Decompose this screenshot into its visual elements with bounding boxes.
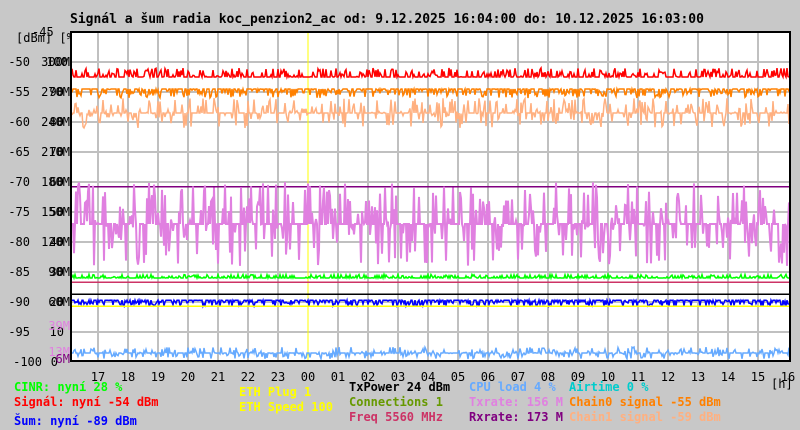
x-tick-label: 00 [301, 370, 315, 384]
x-tick-label: 21 [211, 370, 225, 384]
legend-noise: Šum: nyní -89 dBm [14, 414, 137, 428]
x-tick-label: 20 [181, 370, 195, 384]
x-tick-label: 22 [241, 370, 255, 384]
legend-eth-plug: ETH Plug 1 [239, 385, 312, 399]
y-tick-dbm: -70 [8, 175, 30, 189]
legend-eth-speed: ETH Speed 100 [239, 400, 333, 414]
y-tick-rate: 120M [41, 235, 70, 249]
x-tick-label: 05 [451, 370, 465, 384]
legend-airtime: Airtime 0 % [569, 380, 649, 394]
legend-txpower: TxPower 24 dBm [349, 380, 451, 394]
y-tick-dbm: -55 [8, 85, 30, 99]
y-tick-rate: 240M [41, 115, 70, 129]
x-tick-label: 16 [781, 370, 795, 384]
plot-area [71, 32, 790, 361]
y-tick-dbm: -85 [8, 265, 30, 279]
x-tick-label: 19 [151, 370, 165, 384]
legend-rxrate: Rxrate: 173 M [469, 410, 563, 424]
legend-cpu: CPU load 4 % [469, 380, 556, 394]
y-tick-dbm: -65 [8, 145, 30, 159]
x-tick-label: 01 [331, 370, 345, 384]
legend-cinr: CINR: nyní 28 % [14, 380, 123, 394]
y-tick-dbm: -95 [8, 325, 30, 339]
y-tick-rate: 180M [41, 175, 70, 189]
chart-window: Signál a šum radia koc_penzion2_ac od: 9… [0, 0, 800, 430]
x-tick-label: 15 [751, 370, 765, 384]
y-tick-dbm: -100 [13, 355, 42, 369]
legend-signal: Signál: nyní -54 dBm [14, 395, 159, 409]
y-tick-rate: 210M [41, 145, 70, 159]
y-tick-rate: 60M [48, 295, 70, 309]
y-tick-dbm: -75 [8, 205, 30, 219]
x-tick-label: 12 [661, 370, 675, 384]
x-tick-label: 23 [271, 370, 285, 384]
y-tick-rate-extra: 39M [48, 319, 70, 333]
y-tick-rate: 270M [41, 85, 70, 99]
y-tick-dbm: -60 [8, 115, 30, 129]
y-tick-rate-extra: 6M [56, 352, 70, 366]
legend-chain0: Chain0 signal -55 dBm [569, 395, 721, 409]
y-tick-rate: 150M [41, 205, 70, 219]
y-tick-dbm: -50 [8, 55, 30, 69]
legend-connections: Connections 1 [349, 395, 443, 409]
y-tick-dbm: -90 [8, 295, 30, 309]
signal-noise-chart: Signál a šum radia koc_penzion2_ac od: 9… [8, 12, 795, 391]
x-tick-label: 14 [721, 370, 735, 384]
x-tick-label: 18 [121, 370, 135, 384]
legend-chain1: Chain1 signal -59 dBm [569, 410, 721, 424]
y-tick-rate: 90M [48, 265, 70, 279]
legend-freq: Freq 5560 MHz [349, 410, 443, 424]
legend-txrate: Txrate: 156 M [469, 395, 563, 409]
x-tick-label: 13 [691, 370, 705, 384]
y-tick-dbm: -80 [8, 235, 30, 249]
y-tick-rate: 300M [41, 55, 70, 69]
chart-title: Signál a šum radia koc_penzion2_ac od: 9… [70, 12, 704, 27]
